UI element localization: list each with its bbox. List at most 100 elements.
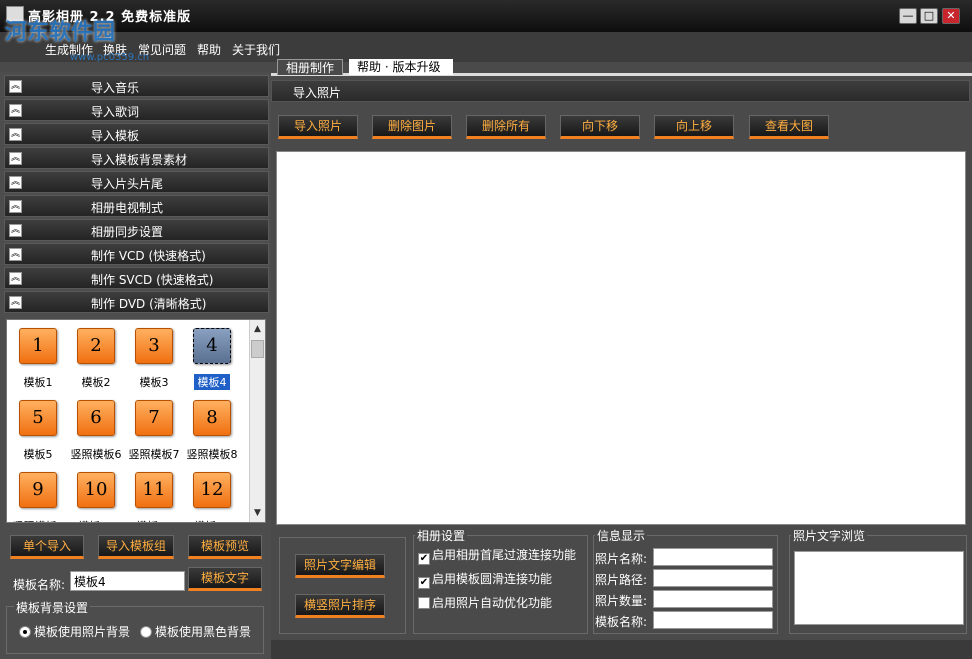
scroll-thumb[interactable]: [251, 340, 264, 358]
album-option-checkbox[interactable]: ✔ 启用模板圆滑连接功能: [418, 570, 552, 589]
album-settings-legend: 相册设置: [415, 527, 468, 544]
delete-image-button[interactable]: 删除图片: [372, 115, 452, 139]
template-item[interactable]: 11 模板11: [125, 468, 183, 522]
accordion-item[interactable]: ︽ 制作 SVCD (快速格式): [4, 267, 269, 289]
info-field-label: 照片路径:: [595, 573, 648, 587]
info-field-value[interactable]: [653, 611, 773, 629]
import-template-group-button[interactable]: 导入模板组: [98, 535, 174, 559]
template-label: 模板11: [125, 518, 183, 522]
collapse-chevrons-icon: ︽: [9, 104, 22, 117]
single-import-button[interactable]: 单个导入: [10, 535, 84, 559]
accordion-item[interactable]: ︽ 导入模板背景素材: [4, 147, 269, 169]
accordion-item-label: 制作 SVCD (快速格式): [91, 273, 214, 287]
view-large-button[interactable]: 查看大图: [749, 115, 829, 139]
menu-help[interactable]: 帮助: [197, 41, 221, 58]
move-down-button[interactable]: 向下移: [560, 115, 640, 139]
accordion-item[interactable]: ︽ 导入音乐: [4, 75, 269, 97]
accordion-item[interactable]: ︽ 导入歌词: [4, 99, 269, 121]
tab-bar: 相册制作 帮助 · 版本升级: [271, 59, 972, 76]
template-item[interactable]: 10 模板10: [67, 468, 125, 522]
template-item[interactable]: 4 模板4: [183, 324, 241, 394]
template-preview-button[interactable]: 模板预览: [188, 535, 262, 559]
checkbox-empty-icon: [418, 597, 430, 609]
template-thumbnail: 2: [77, 328, 115, 364]
template-scrollbar[interactable]: ▲ ▼: [249, 320, 265, 522]
accordion-item-label: 导入歌词: [91, 105, 140, 119]
album-option-checkbox[interactable]: 启用照片自动优化功能: [418, 594, 552, 611]
collapse-chevrons-icon: ︽: [9, 296, 22, 309]
template-list[interactable]: 1模板12模板23模板34模板45模板56竖照模板67竖照模板78竖照模板89竖…: [6, 319, 266, 523]
text-tools-group: [279, 537, 406, 634]
menu-about[interactable]: 关于我们: [232, 41, 280, 58]
template-thumbnail: 7: [135, 400, 173, 436]
accordion-item[interactable]: ︽ 制作 DVD (清晰格式): [4, 291, 269, 313]
scroll-up-icon[interactable]: ▲: [250, 322, 265, 337]
accordion-item-label: 制作 VCD (快速格式): [91, 249, 206, 263]
radio-use-black-bg[interactable]: 模板使用黑色背景: [140, 623, 251, 640]
section-title: 导入照片: [293, 86, 342, 100]
radio-use-photo-bg[interactable]: 模板使用照片背景: [19, 623, 130, 640]
template-label: 模板12: [183, 518, 241, 522]
album-option-checkbox[interactable]: ✔ 启用相册首尾过渡连接功能: [418, 546, 576, 565]
close-button[interactable]: ✕: [942, 8, 960, 24]
info-field-value[interactable]: [653, 569, 773, 587]
collapse-chevrons-icon: ︽: [9, 176, 22, 189]
template-item[interactable]: 2 模板2: [67, 324, 125, 394]
checkmark-icon: ✔: [418, 577, 430, 589]
accordion-item[interactable]: ︽ 导入模板: [4, 123, 269, 145]
tab-help-upgrade[interactable]: 帮助 · 版本升级: [349, 59, 453, 75]
accordion-item-label: 导入模板: [91, 129, 140, 143]
template-text-button[interactable]: 模板文字: [188, 567, 262, 591]
tab-album-make[interactable]: 相册制作: [277, 59, 344, 75]
info-field-value[interactable]: [653, 590, 773, 608]
template-item[interactable]: 6 竖照模板6: [67, 396, 125, 466]
template-item[interactable]: 7 竖照模板7: [125, 396, 183, 466]
template-label: 模板5: [23, 448, 53, 461]
info-field-value[interactable]: [653, 548, 773, 566]
template-thumbnail: 4: [193, 328, 231, 364]
album-option-label: 启用相册首尾过渡连接功能: [432, 548, 577, 562]
template-thumbnail: 1: [19, 328, 57, 364]
radio-empty-icon: [140, 626, 152, 638]
template-item[interactable]: 5 模板5: [9, 396, 67, 466]
delete-all-button[interactable]: 删除所有: [466, 115, 546, 139]
template-label: 模板3: [139, 376, 169, 389]
photo-list-area[interactable]: [276, 151, 966, 525]
template-thumbnail: 3: [135, 328, 173, 364]
accordion-item[interactable]: ︽ 相册电视制式: [4, 195, 269, 217]
title-bar: 高影相册 2.2 免费标准版 — □ ✕: [0, 0, 972, 32]
collapse-chevrons-icon: ︽: [9, 152, 22, 165]
info-legend: 信息显示: [595, 527, 648, 544]
minimize-button[interactable]: —: [899, 8, 917, 24]
template-item[interactable]: 3 模板3: [125, 324, 183, 394]
template-thumbnail: 5: [19, 400, 57, 436]
template-item[interactable]: 12 模板12: [183, 468, 241, 522]
radio-selected-icon: [19, 626, 31, 638]
accordion-item[interactable]: ︽ 相册同步设置: [4, 219, 269, 241]
template-thumbnail: 11: [135, 472, 173, 508]
sort-photos-button[interactable]: 横竖照片排序: [295, 594, 385, 618]
template-thumbnail: 8: [193, 400, 231, 436]
accordion-item[interactable]: ︽ 制作 VCD (快速格式): [4, 243, 269, 265]
collapse-chevrons-icon: ︽: [9, 272, 22, 285]
accordion-item-label: 导入音乐: [91, 81, 140, 95]
template-label: 竖照模板9: [9, 518, 67, 522]
watermark-url: www.pc0359.cn: [70, 52, 150, 63]
collapse-chevrons-icon: ︽: [9, 128, 22, 141]
photo-text-edit-button[interactable]: 照片文字编辑: [295, 554, 385, 578]
scroll-down-icon[interactable]: ▼: [250, 506, 265, 521]
move-up-button[interactable]: 向上移: [654, 115, 734, 139]
template-label: 模板10: [67, 518, 125, 522]
template-name-label: 模板名称:: [13, 578, 66, 592]
album-option-label: 启用模板圆滑连接功能: [432, 572, 553, 586]
template-label: 模板2: [81, 376, 111, 389]
template-name-input[interactable]: 模板4: [70, 571, 185, 591]
template-item[interactable]: 8 竖照模板8: [183, 396, 241, 466]
template-item[interactable]: 9 竖照模板9: [9, 468, 67, 522]
album-option-label: 启用照片自动优化功能: [432, 596, 553, 610]
accordion-item[interactable]: ︽ 导入片头片尾: [4, 171, 269, 193]
import-photo-button[interactable]: 导入照片: [278, 115, 358, 139]
template-item[interactable]: 1 模板1: [9, 324, 67, 394]
accordion-item-label: 导入片头片尾: [91, 177, 164, 191]
maximize-button[interactable]: □: [920, 8, 938, 24]
